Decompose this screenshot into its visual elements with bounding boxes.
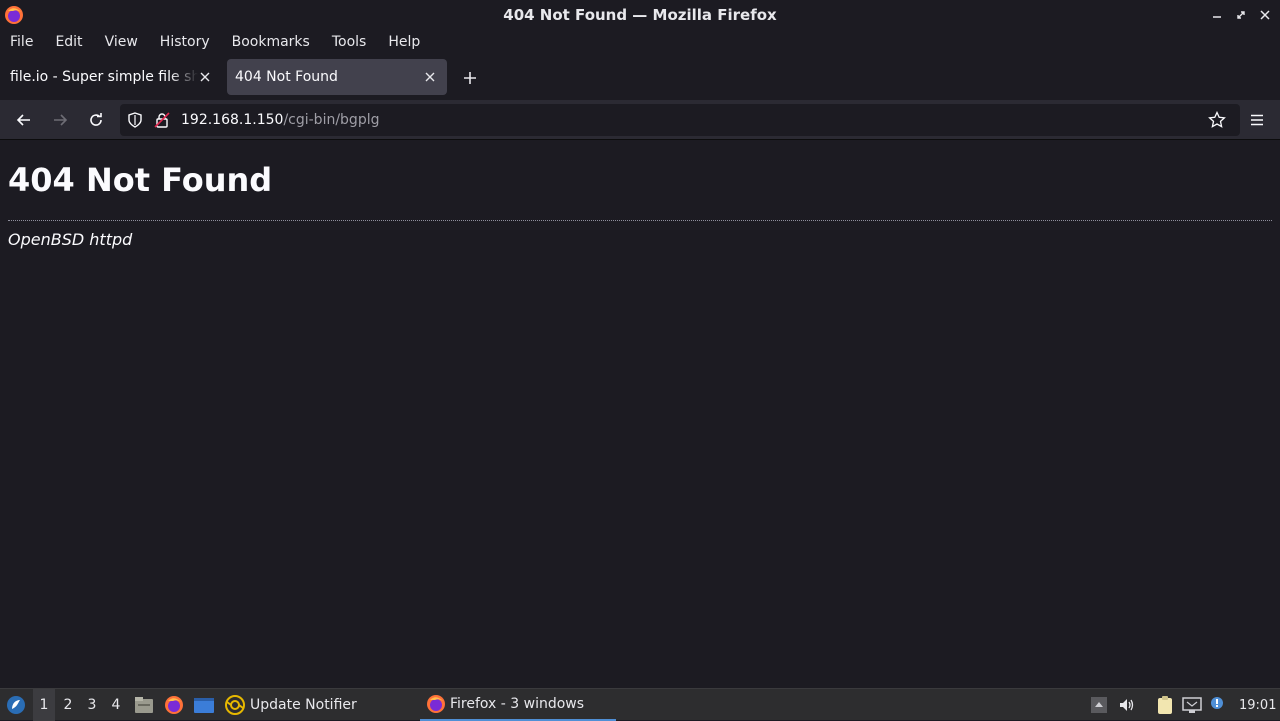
taskbar-update-notifier[interactable]: Update Notifier — [224, 689, 357, 721]
window-titlebar: 404 Not Found — Mozilla Firefox — [0, 0, 1280, 30]
taskbar-firefox-windows[interactable]: Firefox - 3 windows — [420, 689, 616, 721]
network-icon[interactable] — [1182, 689, 1204, 721]
file-manager-icon[interactable] — [134, 689, 154, 721]
url-path: /cgi-bin/bgplg — [283, 112, 380, 128]
insecure-lock-icon[interactable] — [149, 107, 175, 133]
url-host: 192.168.1.150 — [181, 112, 284, 128]
terminal-icon[interactable] — [193, 689, 215, 721]
notification-icon[interactable] — [1210, 689, 1226, 721]
tray-expand-icon[interactable] — [1090, 689, 1110, 721]
window-title: 404 Not Found — Mozilla Firefox — [503, 6, 777, 24]
menu-history[interactable]: History — [160, 34, 210, 50]
menu-edit[interactable]: Edit — [55, 34, 82, 50]
tab-file-io[interactable]: file.io - Super simple file sharing — [0, 59, 222, 95]
navigation-toolbar: 192.168.1.150/cgi-bin/bgplg — [0, 100, 1280, 140]
url-bar[interactable]: 192.168.1.150/cgi-bin/bgplg — [120, 104, 1240, 136]
firefox-launcher-icon[interactable] — [164, 689, 184, 721]
menu-tools[interactable]: Tools — [332, 34, 367, 50]
page-heading: 404 Not Found — [8, 161, 273, 199]
workspace-1[interactable]: 1 — [33, 689, 55, 721]
divider — [8, 220, 1272, 221]
firefox-icon — [427, 695, 445, 713]
url-text: 192.168.1.150/cgi-bin/bgplg — [181, 112, 379, 128]
taskbar: 1 2 3 4 Update Notifier Firefox - 3 wind… — [0, 688, 1280, 721]
hamburger-menu-icon[interactable] — [1244, 107, 1270, 133]
forward-arrow-icon[interactable] — [47, 107, 73, 133]
tab-label: file.io - Super simple file sharing — [10, 69, 198, 85]
clipboard-icon[interactable] — [1155, 689, 1177, 721]
tab-404-not-found[interactable]: 404 Not Found — [227, 59, 447, 95]
firefox-icon — [5, 6, 23, 24]
page-content: 404 Not Found OpenBSD httpd — [0, 141, 1280, 687]
back-arrow-icon[interactable] — [11, 107, 37, 133]
clock: 19:01 — [1239, 697, 1277, 713]
menu-file[interactable]: File — [10, 34, 33, 50]
workspace-2[interactable]: 2 — [57, 689, 79, 721]
tab-strip: file.io - Super simple file sharing 404 … — [0, 56, 1280, 100]
menu-bookmarks[interactable]: Bookmarks — [232, 34, 310, 50]
update-notifier-icon — [225, 695, 245, 715]
menu-help[interactable]: Help — [388, 34, 420, 50]
start-menu-icon[interactable] — [4, 689, 28, 721]
tab-label: 404 Not Found — [235, 69, 338, 85]
close-tab-icon[interactable] — [421, 68, 439, 86]
bookmark-star-icon[interactable] — [1204, 107, 1230, 133]
firefox-task-label: Firefox - 3 windows — [450, 696, 585, 712]
menu-bar: File Edit View History Bookmarks Tools H… — [0, 30, 1280, 54]
volume-icon[interactable] — [1118, 689, 1138, 721]
reload-icon[interactable] — [83, 107, 109, 133]
close-window-icon[interactable] — [1256, 6, 1274, 24]
update-notifier-label: Update Notifier — [250, 697, 357, 713]
workspace-3[interactable]: 3 — [81, 689, 103, 721]
minimize-icon[interactable] — [1208, 6, 1226, 24]
new-tab-plus-icon[interactable] — [458, 66, 482, 90]
workspace-4[interactable]: 4 — [105, 689, 127, 721]
close-tab-icon[interactable] — [196, 68, 214, 86]
menu-view[interactable]: View — [105, 34, 138, 50]
window-controls — [1208, 6, 1274, 24]
server-signature: OpenBSD httpd — [8, 230, 133, 249]
tracking-protection-shield-icon[interactable] — [122, 107, 148, 133]
restore-icon[interactable] — [1232, 6, 1250, 24]
